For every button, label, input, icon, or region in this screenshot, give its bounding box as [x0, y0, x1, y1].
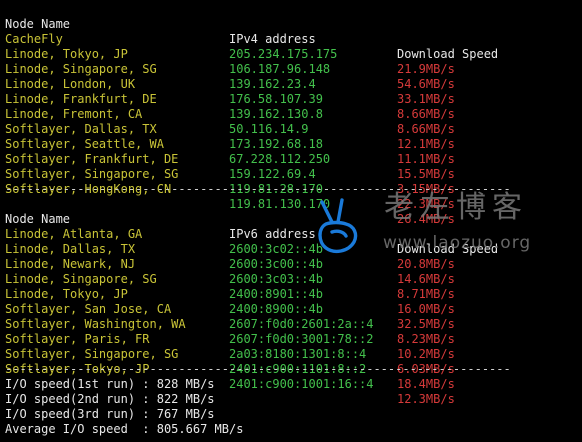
table-row: Linode, London, UK 176.58.107.39 8.66MB/…: [5, 62, 582, 121]
table-row: Linode, Fremont, CA 50.116.14.9 12.1MB/s: [5, 92, 582, 151]
table-row: Softlayer, Frankfurt, DE 159.122.69.4 3.…: [5, 137, 582, 196]
table-row: Linode, Frankfurt, DE 139.162.130.8 8.66…: [5, 77, 582, 136]
io-speed-run-2: I/O speed(2nd run) : 822 MB/s: [5, 392, 215, 406]
table-row: Linode, Tokyo, JP 106.187.96.148 54.6MB/…: [5, 32, 582, 91]
table-row: Linode, Atlanta, GA 2600:3c02::4b 20.8MB…: [5, 212, 582, 271]
table-row: Linode, Newark, NJ 2600:3c03::4b 8.71MB/…: [5, 242, 582, 301]
ipv4-header-row: Node Name IPv4 address Download Speed: [5, 2, 582, 61]
io-speed-average: Average I/O speed : 805.667 MB/s: [5, 422, 244, 436]
table-row: Linode, Singapore, SG 139.162.23.4 33.1M…: [5, 47, 582, 106]
separator-line: ----------------------------------------…: [5, 362, 511, 376]
table-row: Softlayer, HongKong, CN 119.81.130.170 2…: [5, 167, 582, 226]
table-row: Softlayer, Singapore, SG 2401:c900:1101:…: [5, 332, 582, 391]
ipv6-header-row: Node Name IPv6 address Download Speed: [5, 197, 582, 256]
separator-line: ----------------------------------------…: [5, 182, 511, 196]
table-row: Linode, Singapore, SG 2400:8901::4b 16.0…: [5, 257, 582, 316]
io-speed-run-3: I/O speed(3rd run) : 767 MB/s: [5, 407, 215, 421]
io-speed-run-1: I/O speed(1st run) : 828 MB/s: [5, 377, 215, 391]
table-row: Softlayer, Singapore, SG 119.81.28.170 2…: [5, 152, 582, 211]
table-row: Linode, Tokyo, JP 2400:8900::4b 32.5MB/s: [5, 272, 582, 331]
table-row: Softlayer, Seattle, WA 67.228.112.250 15…: [5, 122, 582, 181]
table-row: Softlayer, Dallas, TX 173.192.68.18 11.1…: [5, 107, 582, 166]
table-row: CacheFly 205.234.175.175 21.9MB/s: [5, 17, 582, 76]
table-row: Softlayer, Tokyo, JP 2401:c900:1001:16::…: [5, 347, 582, 406]
terminal-window[interactable]: Node Name IPv4 address Download Speed Ca…: [0, 0, 582, 442]
table-row: Softlayer, San Jose, CA 2607:f0d0:2601:2…: [5, 287, 582, 346]
table-row: Softlayer, Paris, FR 2a03:8180:1301:8::4…: [5, 317, 582, 376]
table-row: Linode, Dallas, TX 2600:3c00::4b 14.6MB/…: [5, 227, 582, 286]
table-row: Softlayer, Washington, WA 2607:f0d0:3001…: [5, 302, 582, 361]
